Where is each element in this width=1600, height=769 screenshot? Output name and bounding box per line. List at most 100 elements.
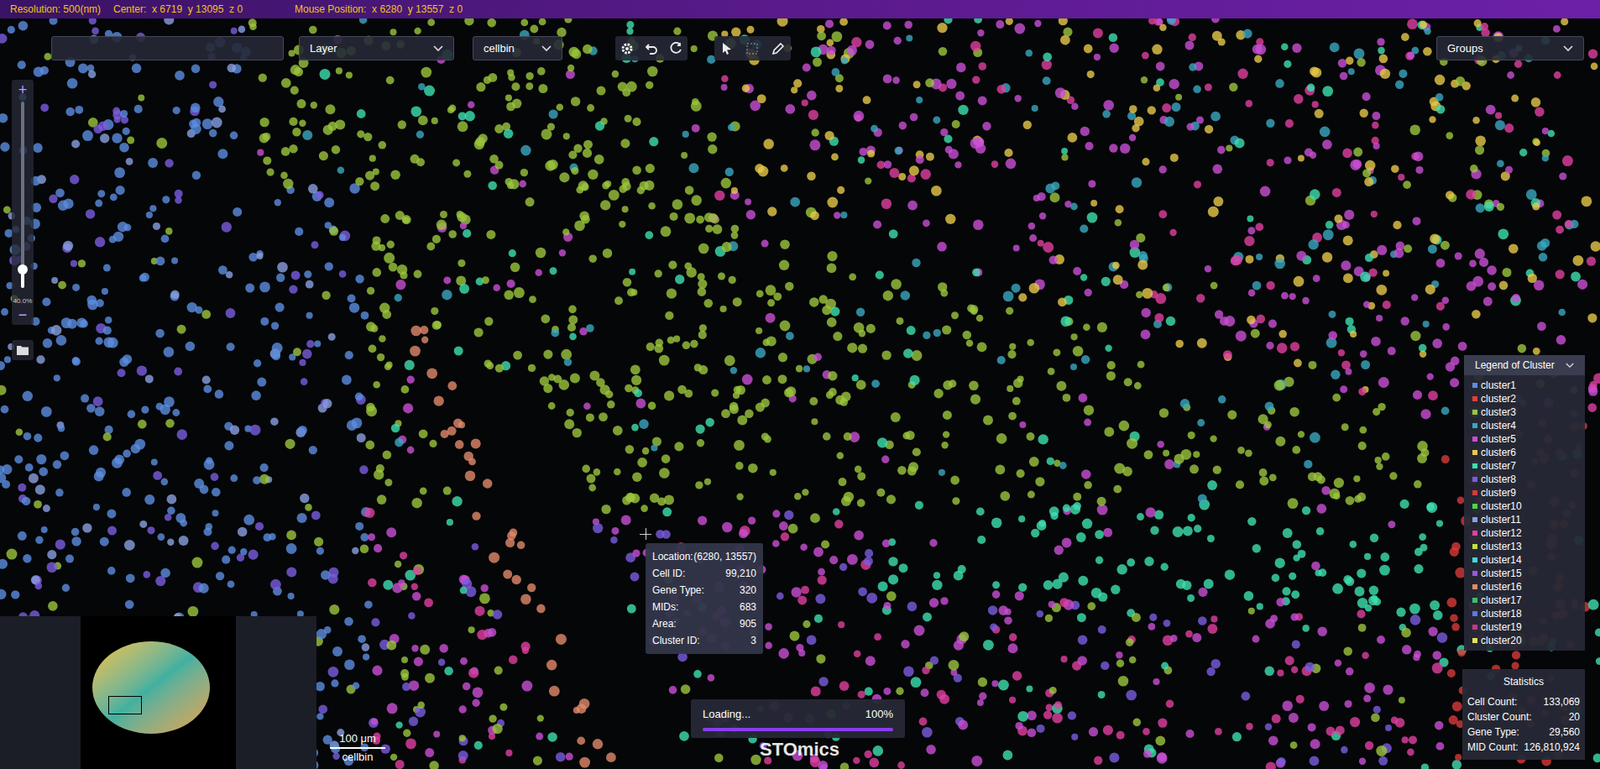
cell-dot: [22, 391, 33, 402]
cell-dot: [201, 309, 211, 319]
cell-dot: [1269, 474, 1277, 482]
cell-dot: [1056, 381, 1067, 392]
cell-dot: [562, 228, 570, 236]
cell-dot: [323, 735, 333, 745]
cell-dot: [71, 528, 80, 537]
cell-dot: [1359, 758, 1366, 765]
cell-dot: [433, 320, 442, 329]
cell-dot: [1129, 104, 1138, 114]
cell-dot: [42, 338, 53, 349]
cell-dot: [695, 481, 703, 489]
cell-dot: [1291, 640, 1301, 649]
cell-dot: [920, 168, 931, 180]
cell-dot: [997, 355, 1006, 365]
cell-dot: [970, 41, 981, 52]
cell-dot: [1387, 520, 1396, 529]
cell-dot: [215, 571, 225, 581]
cell-dot: [890, 278, 902, 290]
cell-dot: [736, 493, 743, 501]
cell-dot: [831, 153, 839, 162]
cell-dot: [537, 67, 546, 76]
cell-dot: [355, 177, 364, 186]
cell-dot: [1110, 585, 1120, 595]
cell-dot: [806, 635, 817, 646]
cell-dot: [1341, 423, 1350, 431]
cell-dot: [1166, 316, 1177, 327]
cell-dot: [668, 261, 677, 270]
cell-dot: [1345, 368, 1353, 376]
cell-dot: [316, 712, 324, 720]
cell-dot: [230, 131, 239, 141]
cell-dot: [977, 699, 984, 706]
cell-dot: [1214, 309, 1224, 319]
cell-dot: [932, 115, 941, 124]
cell-dot: [94, 406, 105, 417]
cell-dot: [1398, 69, 1407, 79]
cell-dot: [106, 508, 116, 518]
cell-dot: [1412, 653, 1420, 661]
cell-dot: [966, 339, 974, 347]
cell-dot: [1140, 329, 1151, 340]
cell-dot: [1362, 92, 1371, 101]
cell-dot: [356, 433, 367, 443]
cell-dot: [1207, 623, 1218, 634]
cell-dot: [1301, 624, 1310, 633]
cell-dot: [302, 130, 313, 141]
cell-dot: [1474, 19, 1482, 27]
cell-dot: [587, 169, 598, 180]
cell-dot: [47, 549, 57, 560]
cell-dot: [942, 380, 952, 390]
cell-dot: [563, 132, 570, 140]
cell-dot: [384, 478, 393, 487]
cell-dot: [711, 389, 719, 398]
cell-dot: [559, 249, 566, 257]
cell-dot: [794, 492, 802, 501]
cell-dot: [1, 464, 12, 475]
cell-dot: [1028, 222, 1036, 231]
cell-dot: [221, 221, 232, 232]
cell-dot: [1154, 510, 1164, 520]
cell-dot: [458, 421, 466, 429]
cell-dot: [655, 339, 665, 348]
cell-dot: [1349, 159, 1361, 171]
cell-dot: [972, 219, 984, 231]
cell-dot: [1037, 240, 1045, 247]
cell-dot: [88, 444, 100, 455]
cell-dot: [1067, 711, 1077, 720]
cell-dot: [779, 320, 791, 332]
cell-dot: [873, 219, 882, 229]
cell-dot: [474, 139, 485, 150]
cell-dot: [305, 280, 314, 289]
cell-dot: [1395, 717, 1406, 728]
cell-dot: [330, 679, 339, 687]
cell-dot: [376, 494, 387, 505]
cell-dot: [430, 307, 439, 315]
cell-dot: [1377, 402, 1386, 411]
cell-dot: [847, 554, 858, 565]
cell-dot: [594, 154, 605, 165]
cell-dot: [365, 171, 375, 181]
cell-dot: [640, 504, 649, 513]
cell-dot: [1159, 407, 1169, 418]
cell-dot: [1204, 83, 1213, 92]
cell-dot: [1062, 393, 1072, 403]
cell-dot: [626, 20, 634, 29]
cell-dot: [1343, 235, 1354, 246]
cell-dot: [1435, 93, 1444, 102]
cell-dot: [664, 390, 675, 401]
cell-dot: [475, 82, 486, 92]
cell-dot: [221, 555, 231, 565]
cell-dot: [1412, 216, 1422, 225]
cell-dot: [1197, 418, 1205, 427]
cell-dot: [1322, 85, 1334, 97]
cell-dot: [709, 214, 719, 224]
cell-dot: [1420, 408, 1431, 419]
cell-dot: [1164, 116, 1175, 127]
cell-dot: [1420, 543, 1428, 552]
cell-dot: [1514, 60, 1522, 68]
cell-dot: [520, 593, 532, 605]
cell-dot: [911, 258, 921, 267]
cell-dot: [549, 685, 560, 697]
cell-dot: [1103, 99, 1114, 111]
cell-dot: [810, 47, 822, 58]
